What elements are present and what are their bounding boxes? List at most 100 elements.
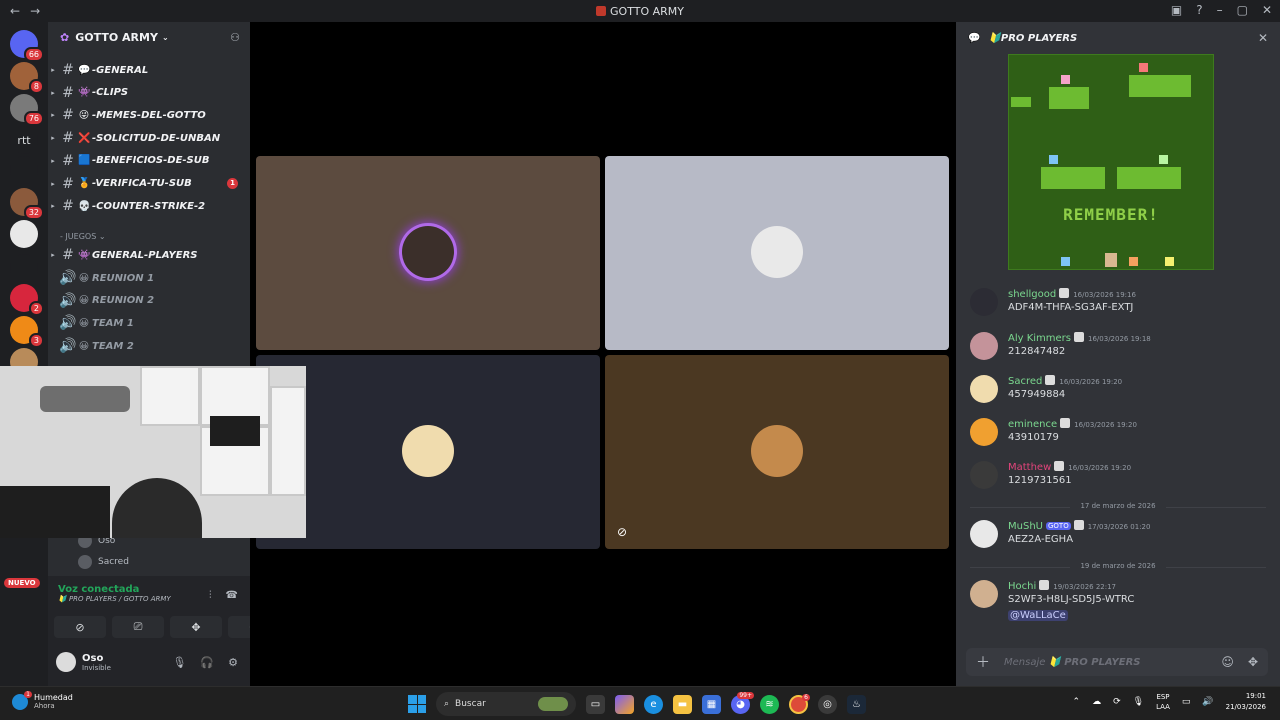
help-icon[interactable]: ?: [1196, 3, 1202, 17]
volume-icon[interactable]: 🔊: [1202, 697, 1213, 707]
channel-item[interactable]: ▸ # 👾 GENERAL-PLAYERS: [48, 245, 250, 265]
headphones-icon[interactable]: 🎧: [200, 656, 214, 669]
server-icon[interactable]: 76: [10, 94, 44, 126]
server-icon[interactable]: rtt: [10, 126, 38, 154]
screen-share-button[interactable]: ⎚: [112, 616, 164, 638]
copilot-icon[interactable]: [615, 694, 634, 714]
avatar[interactable]: [970, 288, 998, 316]
message-author[interactable]: MuShU: [1008, 521, 1043, 532]
message-author[interactable]: Sacred: [1008, 376, 1042, 387]
channel-item[interactable]: ▸ # 💬 -GENERAL: [48, 60, 250, 80]
channel-name: TEAM 1: [92, 317, 134, 329]
settings-gear-icon[interactable]: ⚙: [228, 656, 238, 669]
add-member-icon[interactable]: ⚇: [230, 31, 240, 44]
language-indicator[interactable]: ESP LAA: [1156, 692, 1170, 712]
server-icon[interactable]: [10, 220, 38, 248]
edge-icon[interactable]: e: [644, 694, 663, 714]
avatar[interactable]: [970, 418, 998, 446]
role-tag: GOTO: [1045, 522, 1071, 530]
participant-tile[interactable]: [605, 156, 949, 350]
user-mention[interactable]: @WaLLaCe: [1008, 610, 1068, 621]
server-icon[interactable]: 3: [10, 316, 44, 348]
game-screenshot[interactable]: REMEMBER!: [1008, 54, 1214, 270]
network-icon[interactable]: ▭: [1182, 697, 1191, 707]
discord-icon[interactable]: ◕ 99+: [731, 691, 754, 714]
clock[interactable]: 19:01 21/03/2026: [1226, 691, 1266, 713]
user-area[interactable]: Oso Invisible: [56, 652, 111, 672]
forward-arrow-icon[interactable]: →: [30, 4, 40, 18]
avatar[interactable]: [970, 520, 998, 548]
weather-icon: 1: [12, 690, 32, 710]
disconnect-icon[interactable]: ☎: [226, 590, 238, 601]
server-icon: [596, 5, 607, 16]
store-icon[interactable]: ▦: [702, 694, 721, 714]
camera-off-button[interactable]: ⊘: [54, 616, 106, 638]
channel-item[interactable]: ▸ # 😜 -MEMES-DEL-GOTTO: [48, 105, 250, 125]
avatar[interactable]: [970, 580, 998, 608]
start-icon[interactable]: [408, 695, 426, 713]
server-icon[interactable]: 32: [10, 188, 44, 220]
attach-plus-icon[interactable]: ＋: [976, 652, 990, 672]
channel-item[interactable]: ▸ # 🏅 -VERIFICA-TU-SUB 1: [48, 174, 250, 194]
spotify-icon[interactable]: ≋: [760, 694, 779, 714]
chevron-up-icon[interactable]: ⌃: [1073, 697, 1081, 707]
message-author[interactable]: Hochi: [1008, 581, 1036, 592]
server-icon[interactable]: [10, 156, 38, 184]
voice-channel-item[interactable]: 🔊 😀 TEAM 1: [48, 313, 250, 333]
minimize-icon[interactable]: –: [1217, 3, 1223, 17]
avatar[interactable]: [970, 375, 998, 403]
apps-icon[interactable]: ✥: [1248, 655, 1258, 669]
server-icon[interactable]: 8: [10, 62, 44, 94]
participant-tile[interactable]: [256, 156, 600, 350]
app-icon[interactable]: ◎: [818, 694, 837, 714]
participant-tile[interactable]: ⊘: [605, 355, 949, 549]
avatar: [402, 226, 454, 278]
hash-icon: #: [62, 62, 74, 78]
steam-icon[interactable]: ♨: [847, 694, 866, 714]
unread-indicator-icon: ▸: [51, 202, 55, 211]
sync-icon[interactable]: ⟳: [1113, 697, 1121, 707]
new-badge: NUEVO: [4, 578, 40, 588]
activities-button[interactable]: ✥: [170, 616, 222, 638]
message-author[interactable]: Matthew: [1008, 462, 1051, 473]
voice-channel-item[interactable]: 🔊 😀 TEAM 2: [48, 336, 250, 356]
hash-icon: #: [62, 247, 74, 263]
channel-item[interactable]: ▸ # 🟦 -BENEFICIOS-DE-SUB: [48, 151, 250, 171]
server-icon[interactable]: 66: [10, 30, 44, 62]
microphone-icon[interactable]: 🎙: [172, 656, 186, 669]
unread-indicator-icon: ▸: [51, 134, 55, 143]
channel-item[interactable]: ▸ # ❌ -SOLICITUD-DE-UNBAN: [48, 128, 250, 148]
onedrive-icon[interactable]: ☁: [1092, 697, 1101, 707]
server-header[interactable]: ✿ GOTTO ARMY ⌄ ⚇: [48, 22, 250, 52]
chrome-icon[interactable]: 6: [789, 693, 810, 714]
channel-item[interactable]: ▸ # 💀 -COUNTER-STRIKE-2: [48, 196, 250, 216]
message-author[interactable]: shellgood: [1008, 289, 1056, 300]
server-icon[interactable]: 2: [10, 284, 44, 316]
close-icon[interactable]: ✕: [1258, 31, 1268, 45]
channel-item[interactable]: ▸ # 👾 -CLIPS: [48, 83, 250, 103]
microphone-tray-icon[interactable]: 🎙: [1133, 697, 1144, 707]
voice-user[interactable]: Sacred: [78, 555, 129, 569]
timestamp: 17/03/2026 01:20: [1087, 523, 1151, 531]
inbox-icon[interactable]: ▣: [1171, 3, 1182, 17]
weather-widget[interactable]: 1 Humedad Ahora: [12, 690, 73, 710]
message-composer[interactable]: ＋ Mensaje 🔰 PRO PLAYERS ☺ ✥: [966, 648, 1268, 676]
voice-channel-item[interactable]: 🔊 😀 REUNION 1: [48, 268, 250, 288]
noise-suppression-icon[interactable]: ⫶: [209, 590, 212, 601]
emoji-icon[interactable]: ☺: [1221, 655, 1234, 669]
taskbar-search[interactable]: ⌕ Buscar: [436, 692, 576, 716]
maximize-icon[interactable]: ▢: [1237, 3, 1248, 17]
message-author[interactable]: Aly Kimmers: [1008, 333, 1071, 344]
message-author[interactable]: eminence: [1008, 419, 1057, 430]
task-view-icon[interactable]: ▭: [586, 694, 605, 714]
avatar[interactable]: [970, 332, 998, 360]
file-explorer-icon[interactable]: ▬: [673, 694, 692, 714]
back-arrow-icon[interactable]: ←: [10, 4, 20, 18]
voice-channel-item[interactable]: 🔊 😀 REUNION 2: [48, 291, 250, 311]
category-juegos[interactable]: - JUEGOS ⌄: [60, 232, 106, 241]
close-window-icon[interactable]: ✕: [1262, 3, 1272, 17]
avatar[interactable]: [970, 461, 998, 489]
server-icon[interactable]: [10, 254, 38, 282]
participant-tile[interactable]: [256, 355, 600, 549]
message-input[interactable]: Mensaje 🔰 PRO PLAYERS: [1004, 657, 1140, 668]
